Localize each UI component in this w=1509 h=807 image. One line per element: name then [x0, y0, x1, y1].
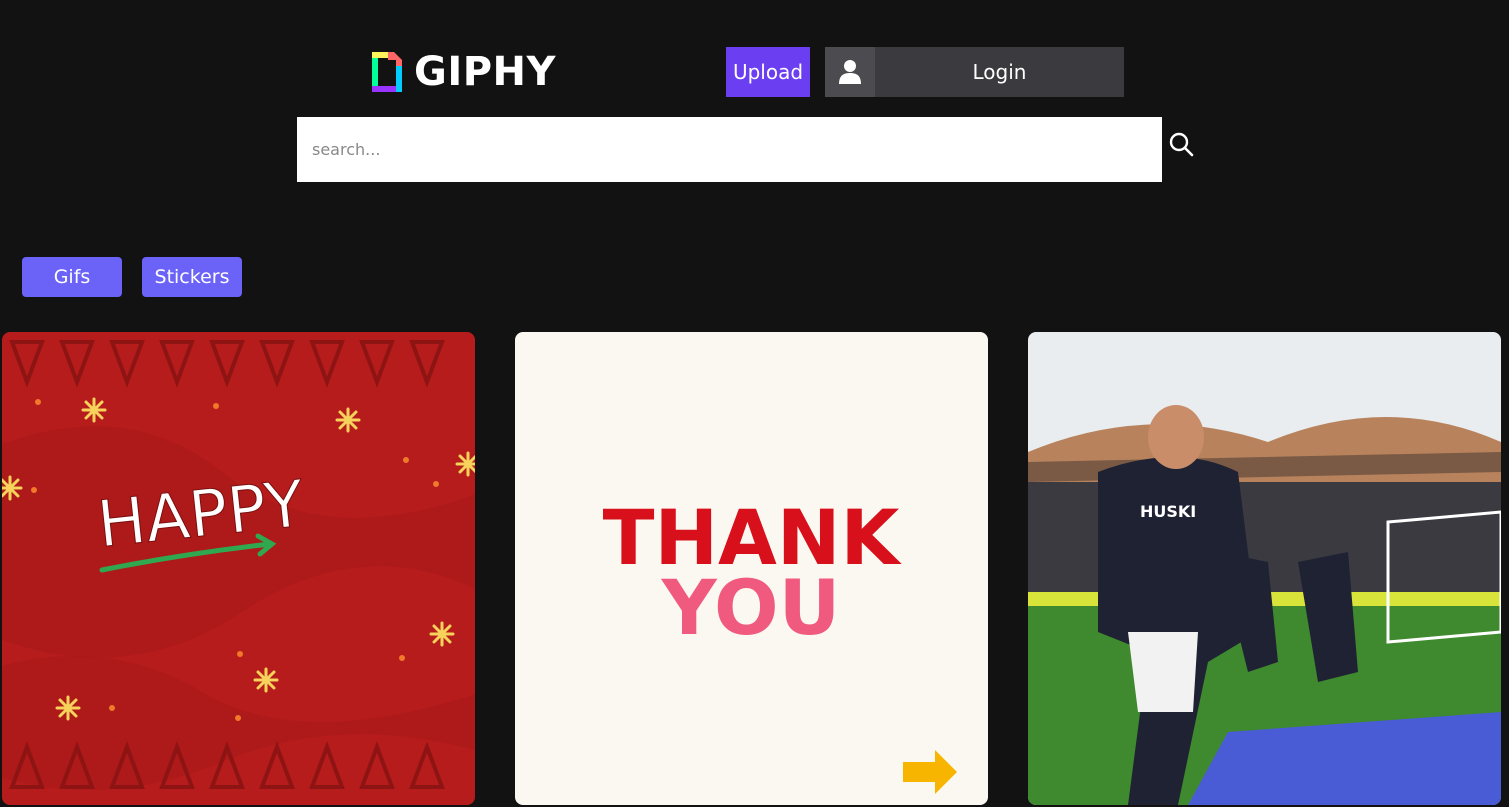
gif-card-thank-you[interactable]: THANK YOU — [515, 332, 988, 805]
user-icon — [825, 47, 875, 97]
login-label: Login — [972, 60, 1027, 84]
gif-image-thank-you: THANK YOU — [515, 332, 988, 805]
gif-card-happy[interactable]: HAPPY — [2, 332, 475, 805]
upload-button[interactable]: Upload — [726, 47, 810, 97]
you-text: YOU — [661, 563, 841, 652]
gif-card-soccer[interactable]: HUSKI — [1028, 332, 1501, 805]
gifs-filter-button[interactable]: Gifs — [22, 257, 122, 297]
stickers-filter-button[interactable]: Stickers — [142, 257, 242, 297]
gif-image-happy: HAPPY — [2, 332, 475, 805]
logo-wordmark: GIPHY — [414, 49, 556, 95]
login-button[interactable]: Login — [825, 47, 1124, 97]
search-icon[interactable] — [1168, 131, 1194, 157]
search-input[interactable] — [297, 117, 1162, 182]
gif-image-soccer: HUSKI — [1028, 332, 1501, 805]
shirt-text: HUSKI — [1140, 502, 1196, 521]
giphy-logo-icon — [372, 52, 402, 92]
giphy-logo[interactable]: GIPHY — [370, 50, 556, 94]
